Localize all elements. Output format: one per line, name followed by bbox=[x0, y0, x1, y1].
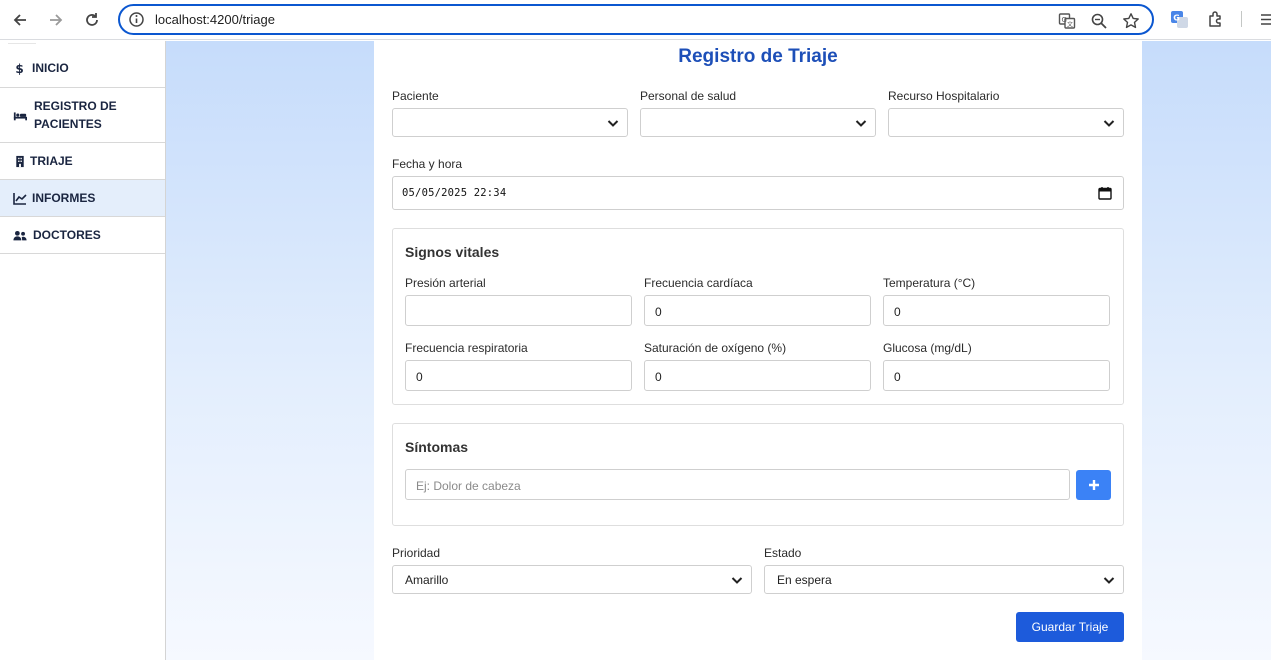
sat-label: Saturación de oxígeno (%) bbox=[644, 341, 787, 355]
svg-text:G: G bbox=[1173, 14, 1180, 23]
sidebar-item-informes[interactable]: INFORMES bbox=[0, 180, 165, 217]
fr-label: Frecuencia respiratoria bbox=[405, 341, 528, 355]
presion-input[interactable] bbox=[405, 295, 632, 326]
estado-value: En espera bbox=[777, 573, 832, 587]
fecha-input[interactable]: 05/05/2025 22:34 bbox=[392, 176, 1124, 210]
bed-icon bbox=[12, 108, 28, 122]
fecha-label: Fecha y hora bbox=[392, 157, 463, 171]
sat-input[interactable]: 0 bbox=[644, 360, 871, 391]
users-icon bbox=[12, 228, 28, 242]
sintoma-placeholder: Ej: Dolor de cabeza bbox=[416, 479, 521, 493]
save-button[interactable]: Guardar Triaje bbox=[1016, 612, 1124, 642]
glucosa-label: Glucosa (mg/dL) bbox=[883, 341, 972, 355]
estado-select[interactable]: En espera bbox=[764, 565, 1124, 594]
fc-input[interactable]: 0 bbox=[644, 295, 871, 326]
sidebar-item-label: REGISTRO DE PACIENTES bbox=[34, 99, 117, 131]
vitals-title: Signos vitales bbox=[405, 244, 500, 260]
sintomas-title: Síntomas bbox=[405, 439, 469, 455]
prioridad-select[interactable]: Amarillo bbox=[392, 565, 752, 594]
reload-button[interactable] bbox=[81, 9, 103, 31]
svg-text:文: 文 bbox=[1067, 21, 1073, 29]
recurso-select[interactable] bbox=[888, 108, 1124, 137]
arrow-left-icon bbox=[13, 14, 26, 26]
paciente-select[interactable] bbox=[392, 108, 628, 137]
fecha-value: 05/05/2025 22:34 bbox=[402, 187, 507, 199]
toolbar-divider bbox=[1241, 11, 1242, 27]
browser-toolbar: localhost:4200/triage G文 G bbox=[0, 0, 1271, 40]
chevron-down-icon bbox=[1103, 577, 1115, 584]
menu-icon[interactable] bbox=[1258, 10, 1271, 29]
paciente-label: Paciente bbox=[392, 89, 439, 103]
prioridad-value: Amarillo bbox=[405, 573, 449, 587]
url-text[interactable]: localhost:4200/triage bbox=[155, 12, 275, 27]
fr-value: 0 bbox=[416, 370, 423, 384]
chevron-down-icon bbox=[855, 120, 867, 127]
zoom-icon[interactable] bbox=[1090, 12, 1108, 30]
presion-label: Presión arterial bbox=[405, 276, 486, 290]
personal-select[interactable] bbox=[640, 108, 876, 137]
temp-label: Temperatura (°C) bbox=[883, 276, 976, 290]
sidebar-item-label: INICIO bbox=[32, 61, 69, 75]
fc-label: Frecuencia cardíaca bbox=[644, 276, 753, 290]
arrow-right-icon bbox=[50, 14, 63, 26]
sidebar-item-label: DOCTORES bbox=[33, 228, 101, 242]
sidebar-item-doctores[interactable]: DOCTORES bbox=[0, 217, 165, 254]
sidebar-item-label: TRIAJE bbox=[30, 154, 73, 168]
sidebar-item-inicio[interactable]: $ INICIO bbox=[0, 49, 165, 88]
fr-input[interactable]: 0 bbox=[405, 360, 632, 391]
prioridad-label: Prioridad bbox=[392, 546, 441, 560]
reload-icon bbox=[86, 13, 98, 26]
page-title: Registro de Triaje bbox=[678, 46, 838, 67]
star-icon[interactable] bbox=[1122, 12, 1140, 30]
chevron-down-icon bbox=[1103, 120, 1115, 127]
glucosa-value: 0 bbox=[894, 370, 901, 384]
sidebar-item-label: INFORMES bbox=[32, 191, 96, 205]
sat-value: 0 bbox=[655, 370, 662, 384]
sidebar-item-triaje[interactable]: TRIAJE bbox=[0, 143, 165, 180]
chart-icon bbox=[12, 191, 28, 205]
add-sintoma-button[interactable] bbox=[1076, 470, 1111, 500]
chevron-down-icon bbox=[731, 577, 743, 584]
dollar-icon: $ bbox=[12, 61, 28, 75]
back-button[interactable] bbox=[9, 9, 31, 31]
fc-value: 0 bbox=[655, 305, 662, 319]
sintoma-input[interactable]: Ej: Dolor de cabeza bbox=[405, 469, 1070, 500]
temp-input[interactable]: 0 bbox=[883, 295, 1110, 326]
info-icon[interactable] bbox=[128, 11, 145, 28]
translate-icon[interactable]: G文 bbox=[1058, 12, 1076, 30]
glucosa-input[interactable]: 0 bbox=[883, 360, 1110, 391]
extensions-icon[interactable] bbox=[1207, 10, 1226, 29]
calendar-icon[interactable] bbox=[1098, 186, 1112, 200]
chevron-down-icon bbox=[607, 120, 619, 127]
plus-icon bbox=[1088, 480, 1099, 490]
sidebar: $ INICIO REGISTRO DE PACIENTES TRIAJE IN… bbox=[0, 41, 166, 660]
estado-label: Estado bbox=[764, 546, 802, 560]
recurso-label: Recurso Hospitalario bbox=[888, 89, 1000, 103]
sidebar-item-registro-pacientes[interactable]: REGISTRO DE PACIENTES bbox=[0, 88, 165, 143]
personal-label: Personal de salud bbox=[640, 89, 737, 103]
building-icon bbox=[12, 154, 28, 168]
sidebar-top-edge bbox=[8, 41, 36, 44]
address-bar[interactable]: localhost:4200/triage G文 bbox=[118, 4, 1154, 35]
temp-value: 0 bbox=[894, 305, 901, 319]
google-translate-extension-icon[interactable]: G bbox=[1170, 10, 1189, 29]
forward-button[interactable] bbox=[45, 9, 67, 31]
svg-text:$: $ bbox=[15, 62, 23, 75]
